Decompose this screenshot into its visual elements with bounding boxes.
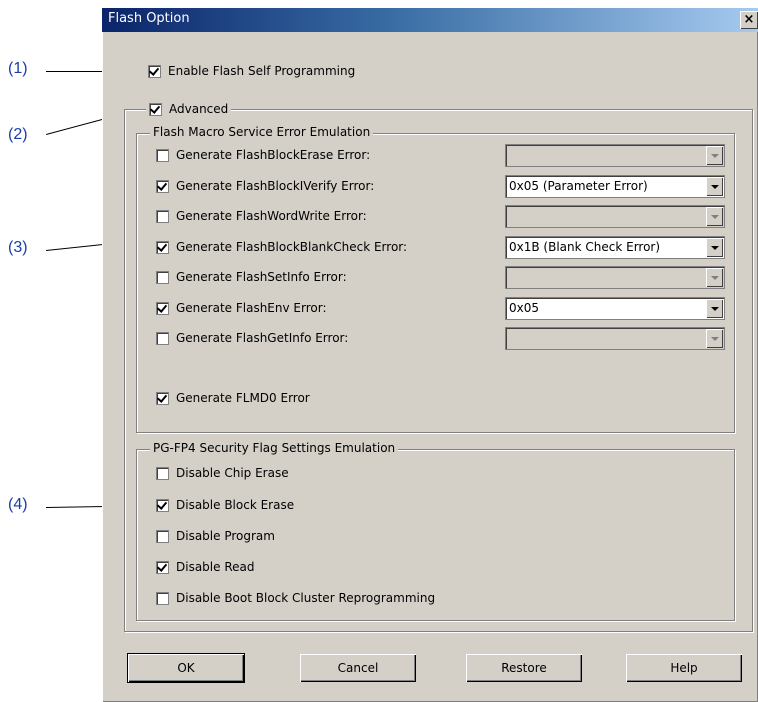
security-flag-label: Disable Block Erase [176, 498, 295, 512]
enable-self-programming-checkmark[interactable] [148, 64, 161, 78]
chevron-down-icon[interactable] [706, 238, 723, 257]
fms-error-label: Generate FlashBlockIVerify Error: [176, 179, 375, 193]
security-flag-label: Disable Program [176, 529, 275, 543]
callout-4: (4) [8, 496, 28, 513]
error-code-value: 0x1B (Blank Check Error) [509, 240, 661, 254]
title-bar[interactable]: Flash Option × [102, 8, 758, 32]
security-flag-checkmark[interactable] [156, 529, 169, 543]
security-flag-checkmark[interactable] [156, 498, 169, 512]
security-flag-checkbox[interactable]: Disable Chip Erase [156, 466, 289, 480]
security-flag-checkbox[interactable]: Disable Program [156, 529, 275, 543]
help-button[interactable]: Help [626, 654, 742, 682]
callout-3: (3) [8, 239, 28, 256]
security-flag-checkmark[interactable] [156, 591, 169, 605]
close-icon[interactable]: × [740, 11, 758, 29]
fms-error-label: Generate FlashBlockErase Error: [176, 148, 371, 162]
generate-flmd0-error-checkmark[interactable] [156, 391, 169, 405]
enable-self-programming-checkbox[interactable]: Enable Flash Self Programming [148, 64, 355, 78]
fms-error-label: Generate FlashWordWrite Error: [176, 209, 367, 223]
chevron-down-icon[interactable] [706, 329, 723, 348]
error-code-value: 0x05 (Parameter Error) [509, 179, 648, 193]
fms-error-checkbox[interactable]: Generate FlashSetInfo Error: [156, 270, 347, 284]
chevron-down-icon[interactable] [706, 146, 723, 165]
generate-flmd0-error-checkbox[interactable]: Generate FLMD0 Error [156, 391, 310, 405]
fms-error-checkmark[interactable] [156, 301, 169, 315]
error-code-select[interactable] [505, 327, 725, 350]
fms-error-checkbox[interactable]: Generate FlashGetInfo Error: [156, 331, 348, 345]
fms-error-label: Generate FlashEnv Error: [176, 301, 327, 315]
ok-button[interactable]: OK [128, 654, 244, 682]
callout-2: (2) [8, 126, 28, 143]
fms-error-checkbox[interactable]: Generate FlashWordWrite Error: [156, 209, 367, 223]
fms-error-checkbox[interactable]: Generate FlashEnv Error: [156, 301, 327, 315]
fms-error-checkbox[interactable]: Generate FlashBlockErase Error: [156, 148, 370, 162]
security-flag-label: Disable Read [176, 560, 255, 574]
chevron-down-icon[interactable] [706, 268, 723, 287]
window-title: Flash Option [108, 11, 190, 26]
security-flag-checkbox[interactable]: Disable Block Erase [156, 498, 294, 512]
error-code-select[interactable] [505, 144, 725, 167]
security-flag-checkmark[interactable] [156, 466, 169, 480]
chevron-down-icon[interactable] [706, 207, 723, 226]
security-flag-label: Disable Boot Block Cluster Reprogramming [176, 591, 436, 605]
error-code-select[interactable]: 0x05 [505, 297, 725, 320]
advanced-checkmark[interactable] [149, 102, 162, 116]
fms-error-checkmark[interactable] [156, 179, 169, 193]
fms-error-label: Generate FlashBlockBlankCheck Error: [176, 240, 408, 254]
advanced-label: Advanced [169, 102, 229, 116]
restore-button[interactable]: Restore [466, 654, 582, 682]
fms-error-checkmark[interactable] [156, 240, 169, 254]
error-code-select[interactable]: 0x1B (Blank Check Error) [505, 236, 725, 259]
error-code-select[interactable] [505, 205, 725, 228]
fms-error-checkmark[interactable] [156, 148, 169, 162]
fms-error-checkbox[interactable]: Generate FlashBlockBlankCheck Error: [156, 240, 407, 254]
fms-error-checkmark[interactable] [156, 209, 169, 223]
fms-group-title: Flash Macro Service Error Emulation [150, 125, 374, 139]
error-code-value: 0x05 [509, 301, 540, 315]
security-flag-checkbox[interactable]: Disable Boot Block Cluster Reprogramming [156, 591, 435, 605]
fms-error-checkbox[interactable]: Generate FlashBlockIVerify Error: [156, 179, 374, 193]
security-flag-label: Disable Chip Erase [176, 466, 289, 480]
chevron-down-icon[interactable] [706, 299, 723, 318]
advanced-checkbox[interactable]: Advanced [146, 102, 232, 116]
fms-error-checkmark[interactable] [156, 270, 169, 284]
callout-1: (1) [8, 60, 28, 77]
error-code-select[interactable]: 0x05 (Parameter Error) [505, 175, 725, 198]
fms-error-checkmark[interactable] [156, 331, 169, 345]
cancel-button[interactable]: Cancel [300, 654, 416, 682]
fms-error-label: Generate FlashSetInfo Error: [176, 270, 347, 284]
error-code-select[interactable] [505, 266, 725, 289]
security-group-title: PG-FP4 Security Flag Settings Emulation [150, 441, 399, 455]
chevron-down-icon[interactable] [706, 177, 723, 196]
enable-self-programming-label: Enable Flash Self Programming [168, 64, 356, 78]
security-flag-checkbox[interactable]: Disable Read [156, 560, 254, 574]
generate-flmd0-error-label: Generate FLMD0 Error [176, 391, 310, 405]
fms-error-label: Generate FlashGetInfo Error: [176, 331, 349, 345]
security-flag-checkmark[interactable] [156, 560, 169, 574]
flash-option-dialog: Flash Option × Enable Flash Self Program… [102, 8, 758, 702]
